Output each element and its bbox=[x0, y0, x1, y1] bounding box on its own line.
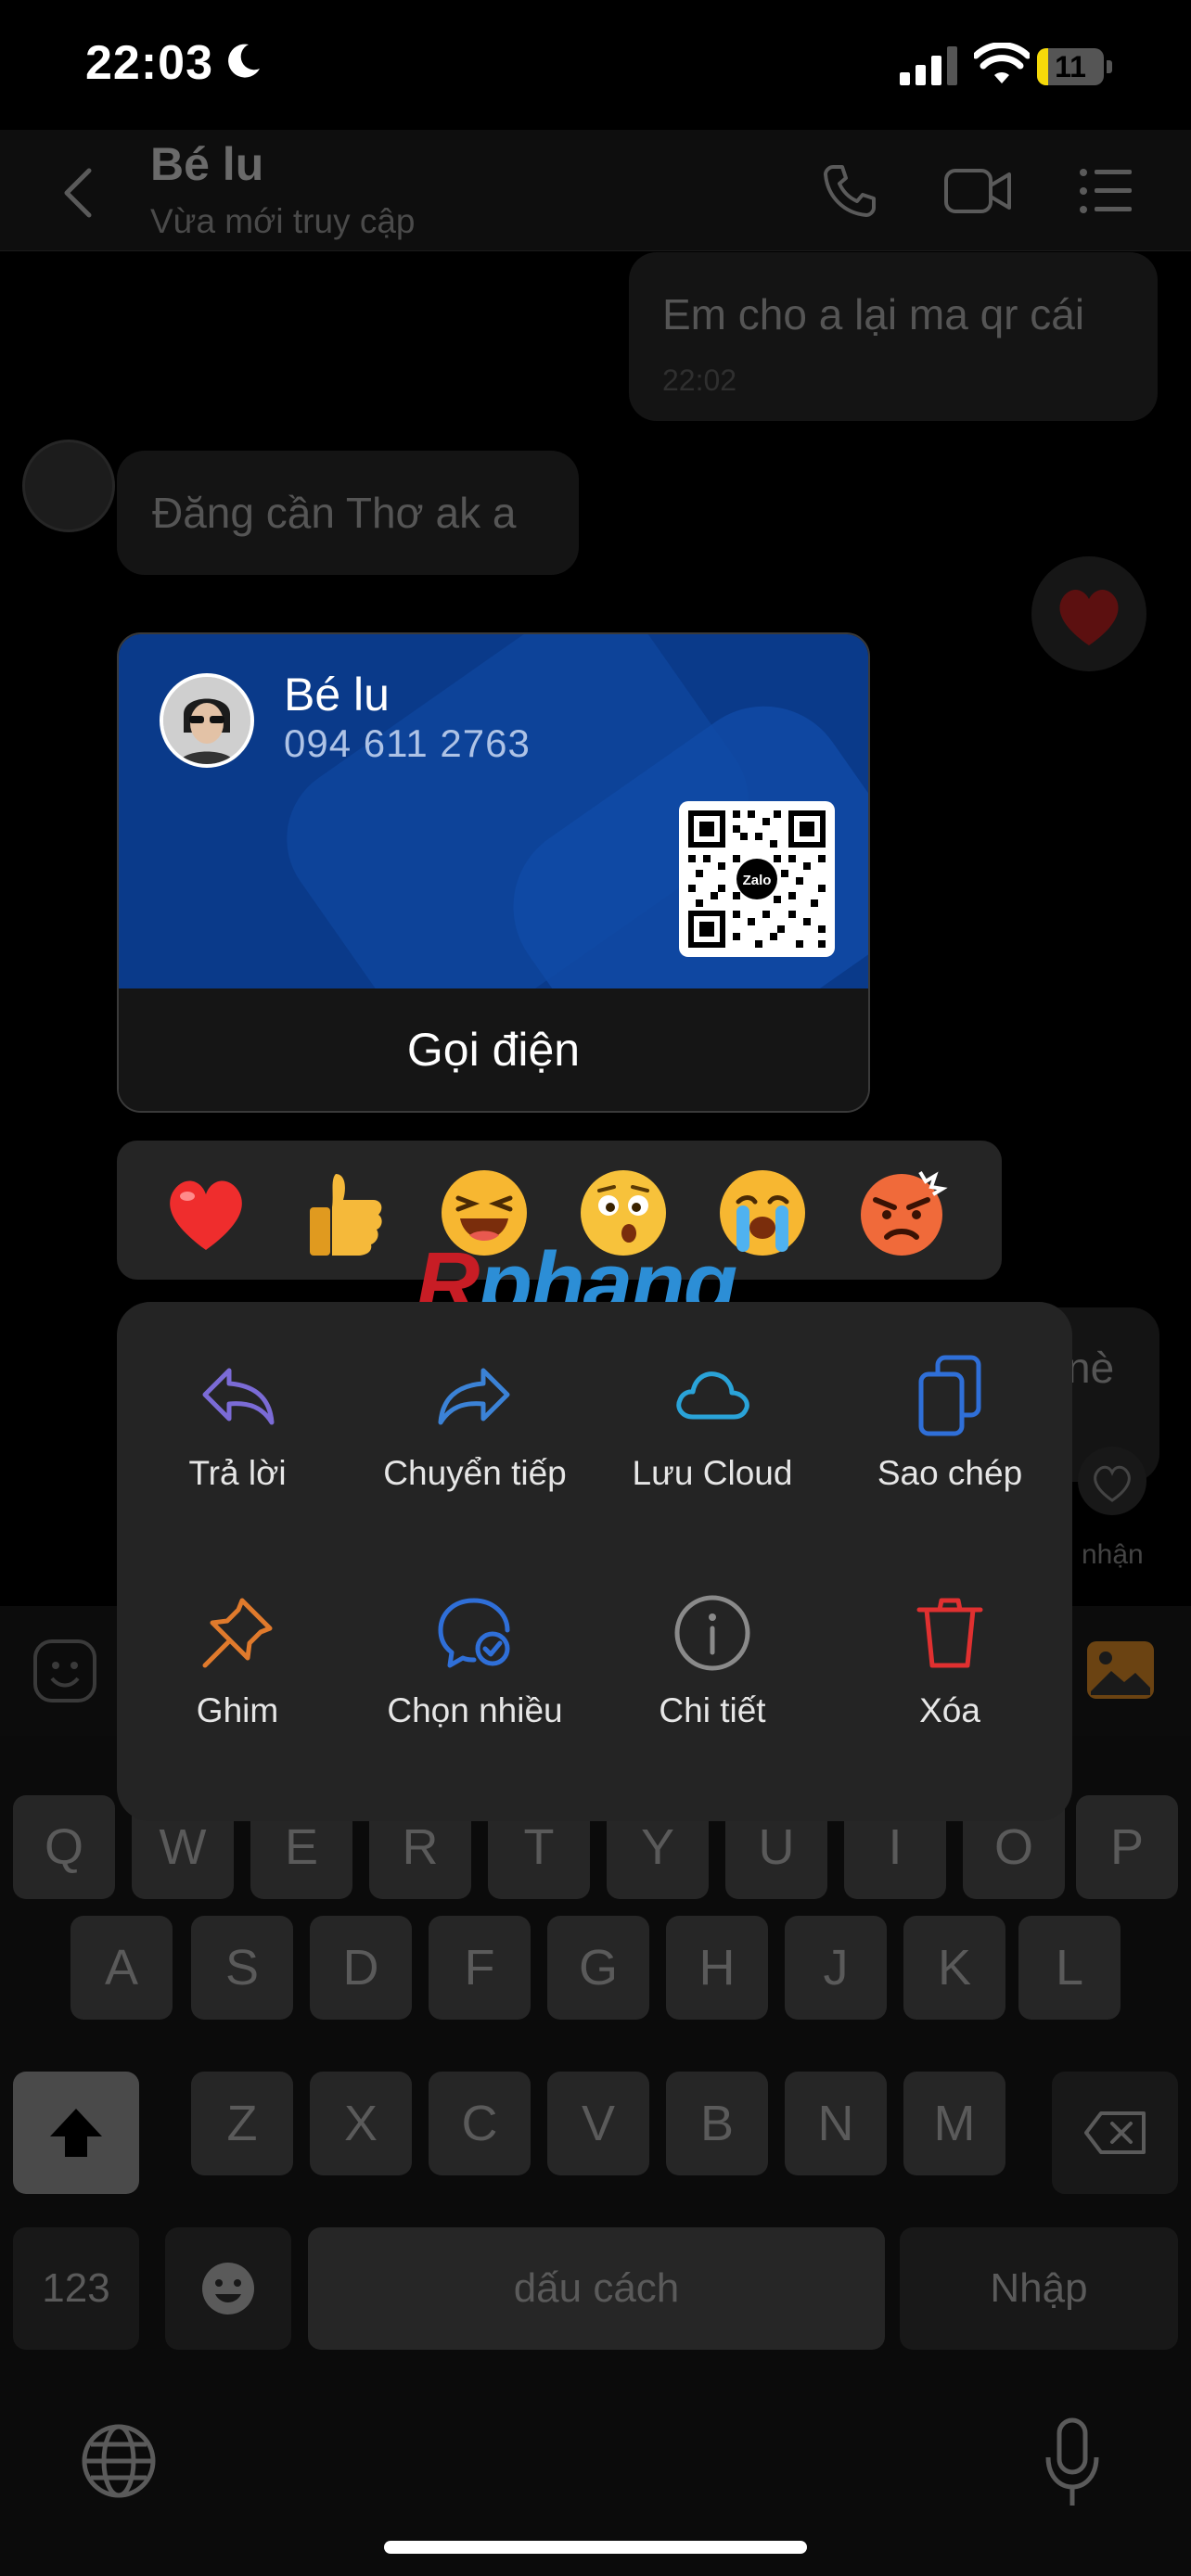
contact-status: Vừa mới truy cập bbox=[150, 202, 416, 240]
key-z[interactable]: Z bbox=[191, 2072, 293, 2175]
qr-code-image: Zalo bbox=[688, 810, 826, 948]
copy-label: Sao chép bbox=[877, 1454, 1023, 1492]
forward-button[interactable]: Chuyển tiếp bbox=[356, 1354, 594, 1493]
key-s[interactable]: S bbox=[191, 1916, 293, 2020]
multi-select-button[interactable]: Chọn nhiều bbox=[356, 1591, 594, 1730]
card-name: Bé lu bbox=[284, 669, 390, 721]
key-l[interactable]: L bbox=[1018, 1916, 1121, 2020]
avatar[interactable] bbox=[22, 440, 115, 532]
menu-icon[interactable] bbox=[1076, 161, 1135, 221]
battery-indicator: 11 bbox=[1037, 48, 1113, 85]
message-action-menu: Trả lời Chuyển tiếp Lưu Cloud Sao chép G… bbox=[117, 1302, 1072, 1821]
reply-button[interactable]: Trả lời bbox=[119, 1354, 356, 1493]
key-q[interactable]: Q bbox=[13, 1795, 115, 1899]
contact-card[interactable]: Bé lu 094 611 2763 Zalo Gọi điện bbox=[117, 632, 870, 1113]
moon-icon bbox=[228, 44, 260, 78]
received-label: nhận bbox=[1082, 1539, 1144, 1570]
trash-icon bbox=[916, 1598, 983, 1668]
key-v[interactable]: V bbox=[547, 2072, 649, 2175]
heart-outline-icon bbox=[1094, 1465, 1131, 1502]
key-p[interactable]: P bbox=[1076, 1795, 1178, 1899]
thumbs-up-icon[interactable] bbox=[299, 1167, 391, 1259]
backspace-key[interactable] bbox=[1052, 2072, 1178, 2194]
forward-label: Chuyển tiếp bbox=[383, 1454, 567, 1492]
wifi-icon bbox=[974, 43, 1030, 83]
numbers-key[interactable]: 123 bbox=[13, 2227, 139, 2350]
shift-key[interactable] bbox=[13, 2072, 139, 2194]
qr-logo-text: Zalo bbox=[743, 873, 772, 888]
heart-icon bbox=[1059, 589, 1119, 645]
avatar-photo bbox=[163, 677, 250, 764]
contact-name[interactable]: Bé lu bbox=[150, 137, 263, 191]
message-text: Đăng cần Thơ ak a bbox=[152, 489, 517, 537]
heart-react-button[interactable] bbox=[1078, 1447, 1146, 1515]
pin-label: Ghim bbox=[196, 1691, 279, 1729]
shift-icon bbox=[50, 2109, 102, 2157]
key-m[interactable]: M bbox=[903, 2072, 1005, 2175]
phone-icon[interactable] bbox=[820, 161, 879, 221]
message-text: Em cho a lại ma qr cái bbox=[662, 290, 1085, 338]
status-time: 22:03 bbox=[85, 36, 213, 90]
info-icon bbox=[674, 1595, 750, 1671]
enter-key[interactable]: Nhập bbox=[900, 2227, 1178, 2350]
video-call-icon[interactable] bbox=[942, 161, 1013, 221]
card-avatar[interactable] bbox=[160, 673, 254, 768]
back-icon[interactable] bbox=[59, 167, 96, 219]
key-n[interactable]: N bbox=[785, 2072, 887, 2175]
pin-button[interactable]: Ghim bbox=[119, 1591, 356, 1730]
key-x[interactable]: X bbox=[310, 2072, 412, 2175]
angry-emoji-icon[interactable] bbox=[855, 1167, 948, 1259]
card-banner: Bé lu 094 611 2763 Zalo bbox=[119, 634, 868, 988]
globe-icon[interactable] bbox=[80, 2422, 158, 2500]
space-key[interactable]: dấu cách bbox=[308, 2227, 885, 2350]
copy-icon bbox=[918, 1355, 981, 1436]
key-c[interactable]: C bbox=[429, 2072, 531, 2175]
forward-icon bbox=[438, 1368, 510, 1425]
message-text: nè bbox=[1067, 1344, 1115, 1392]
save-cloud-button[interactable]: Lưu Cloud bbox=[594, 1354, 831, 1493]
emoji-icon bbox=[202, 2263, 254, 2315]
microphone-icon[interactable] bbox=[1043, 2417, 1102, 2509]
reply-label: Trả lời bbox=[188, 1454, 287, 1492]
key-h[interactable]: H bbox=[666, 1916, 768, 2020]
details-button[interactable]: Chi tiết bbox=[594, 1591, 831, 1730]
sticker-icon[interactable] bbox=[32, 1638, 98, 1704]
heart-reaction-icon[interactable] bbox=[160, 1167, 252, 1259]
message-time: 22:02 bbox=[662, 363, 737, 397]
copy-button[interactable]: Sao chép bbox=[831, 1354, 1069, 1493]
reply-icon bbox=[202, 1368, 275, 1425]
delete-button[interactable]: Xóa bbox=[831, 1591, 1069, 1730]
battery-level: 11 bbox=[1055, 50, 1086, 83]
qr-code[interactable]: Zalo bbox=[679, 801, 835, 957]
keyboard: Q W E R T Y U I O P A S D F G H J K L Z … bbox=[0, 1736, 1191, 2576]
key-b[interactable]: B bbox=[666, 2072, 768, 2175]
delete-label: Xóa bbox=[919, 1691, 980, 1729]
key-d[interactable]: D bbox=[310, 1916, 412, 2020]
key-k[interactable]: K bbox=[903, 1916, 1005, 2020]
call-button[interactable]: Gọi điện bbox=[119, 988, 868, 1111]
image-icon[interactable] bbox=[1085, 1639, 1156, 1701]
backspace-icon bbox=[1084, 2111, 1146, 2154]
details-label: Chi tiết bbox=[659, 1691, 766, 1729]
cloud-icon bbox=[676, 1371, 749, 1420]
emoji-key[interactable] bbox=[165, 2227, 291, 2350]
key-j[interactable]: J bbox=[785, 1916, 887, 2020]
save-cloud-label: Lưu Cloud bbox=[632, 1454, 793, 1492]
key-g[interactable]: G bbox=[547, 1916, 649, 2020]
pin-icon bbox=[202, 1598, 273, 1668]
heart-reaction-badge[interactable] bbox=[1031, 556, 1146, 671]
card-phone: 094 611 2763 bbox=[284, 721, 531, 765]
home-indicator[interactable] bbox=[384, 2541, 807, 2554]
multi-select-label: Chọn nhiều bbox=[387, 1691, 563, 1729]
key-a[interactable]: A bbox=[70, 1916, 173, 2020]
multi-select-icon bbox=[438, 1598, 510, 1668]
key-f[interactable]: F bbox=[429, 1916, 531, 2020]
signal-icon bbox=[900, 46, 957, 85]
